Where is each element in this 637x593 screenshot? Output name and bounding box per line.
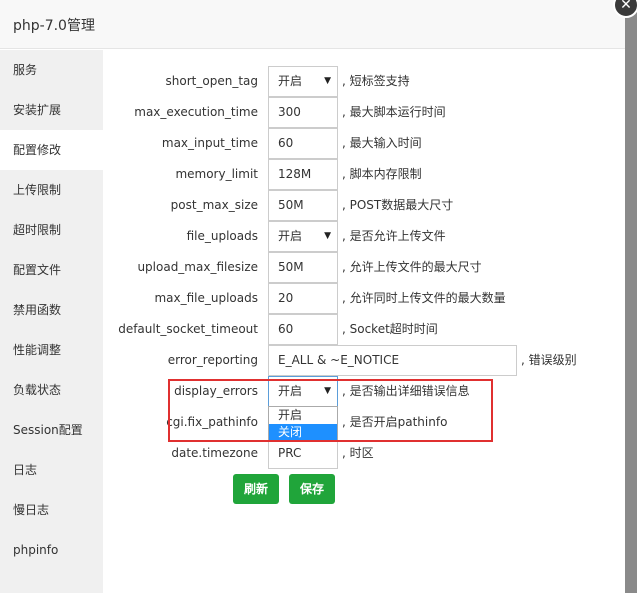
max-file-uploads-input[interactable]: 20 — [268, 283, 338, 314]
setting-desc-date-timezone: , 时区 — [342, 446, 374, 460]
sidebar-item-phpinfo[interactable]: phpinfo — [0, 530, 103, 570]
sidebar-item-log[interactable]: 日志 — [0, 450, 103, 490]
setting-desc-short-open-tag: , 短标签支持 — [342, 74, 410, 88]
max-execution-time-input[interactable]: 300 — [268, 97, 338, 128]
caret-down-icon: ▼ — [324, 231, 331, 241]
dialog-title: php-7.0管理 — [13, 18, 95, 34]
setting-desc-file-uploads: , 是否允许上传文件 — [342, 229, 446, 243]
setting-desc-default-socket-timeout: , Socket超时时间 — [342, 322, 438, 336]
save-button[interactable]: 保存 — [289, 474, 335, 504]
short-open-tag-value: 开启 — [278, 74, 303, 88]
sidebar-item-config-file[interactable]: 配置文件 — [0, 250, 103, 290]
refresh-button[interactable]: 刷新 — [233, 474, 279, 504]
post-max-size-input[interactable]: 50M — [268, 190, 338, 221]
error-reporting-input[interactable]: E_ALL & ~E_NOTICE — [268, 345, 517, 376]
sidebar: 服务 安装扩展 配置修改 上传限制 超时限制 配置文件 禁用函数 性能调整 负载… — [0, 50, 103, 593]
sidebar-item-service[interactable]: 服务 — [0, 50, 103, 90]
setting-desc-post-max-size: , POST数据最大尺寸 — [342, 198, 454, 212]
setting-desc-max-file-uploads: , 允许同时上传文件的最大数量 — [342, 291, 506, 305]
setting-label-max-execution-time: max_execution_time — [134, 105, 258, 119]
setting-label-post-max-size: post_max_size — [170, 198, 258, 212]
file-uploads-select[interactable]: 开启 ▼ — [268, 221, 338, 252]
setting-label-max-file-uploads: max_file_uploads — [154, 291, 258, 305]
sidebar-item-slow-log[interactable]: 慢日志 — [0, 490, 103, 530]
upload-max-filesize-input[interactable]: 50M — [268, 252, 338, 283]
sidebar-item-timeout-limit[interactable]: 超时限制 — [0, 210, 103, 250]
setting-desc-memory-limit: , 脚本内存限制 — [342, 167, 422, 181]
sidebar-item-disabled-functions[interactable]: 禁用函数 — [0, 290, 103, 330]
sidebar-item-config-edit[interactable]: 配置修改 — [0, 130, 103, 170]
sidebar-item-upload-limit[interactable]: 上传限制 — [0, 170, 103, 210]
setting-label-upload-max-filesize: upload_max_filesize — [137, 260, 258, 274]
setting-label-error-reporting: error_reporting — [167, 353, 258, 367]
date-timezone-input[interactable]: PRC — [268, 438, 338, 469]
setting-label-file-uploads: file_uploads — [186, 229, 258, 243]
setting-label-memory-limit: memory_limit — [175, 167, 258, 181]
setting-desc-error-reporting: , 错误级别 — [521, 353, 577, 367]
sidebar-item-session-config[interactable]: Session配置 — [0, 410, 103, 450]
sidebar-item-load-status[interactable]: 负载状态 — [0, 370, 103, 410]
max-input-time-input[interactable]: 60 — [268, 128, 338, 159]
setting-label-max-input-time: max_input_time — [161, 136, 258, 150]
sidebar-item-install-extensions[interactable]: 安装扩展 — [0, 90, 103, 130]
file-uploads-value: 开启 — [278, 229, 303, 243]
dialog-titlebar: php-7.0管理 — [0, 0, 625, 49]
default-socket-timeout-input[interactable]: 60 — [268, 314, 338, 345]
memory-limit-input[interactable]: 128M — [268, 159, 338, 190]
setting-label-date-timezone: date.timezone — [171, 446, 258, 460]
sidebar-item-performance[interactable]: 性能调整 — [0, 330, 103, 370]
caret-down-icon: ▼ — [324, 76, 331, 86]
setting-desc-max-execution-time: , 最大脚本运行时间 — [342, 105, 446, 119]
short-open-tag-select[interactable]: 开启 ▼ — [268, 66, 338, 97]
setting-label-default-socket-timeout: default_socket_timeout — [118, 322, 258, 336]
setting-label-short-open-tag: short_open_tag — [165, 74, 258, 88]
setting-desc-max-input-time: , 最大输入时间 — [342, 136, 422, 150]
setting-desc-upload-max-filesize: , 允许上传文件的最大尺寸 — [342, 260, 482, 274]
annotation-highlight-box — [168, 379, 493, 442]
